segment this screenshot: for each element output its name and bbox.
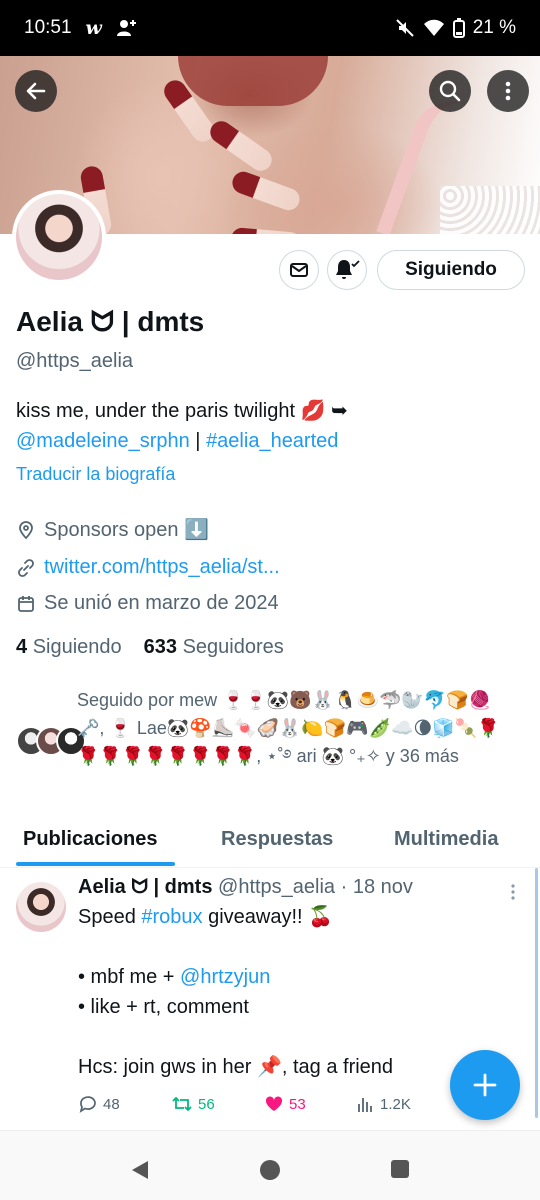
view-count: 1.2K <box>380 1095 411 1113</box>
following-count-link[interactable]: 4 Siguiendo <box>16 636 122 659</box>
location-pin-icon <box>19 520 33 539</box>
banner-nail <box>206 116 276 176</box>
followers-count: 633 <box>143 636 178 658</box>
link-icon <box>18 558 34 577</box>
followed-by-text[interactable]: Seguido por mew 🍷🍷🐼🐻🐰🐧🍮🦈🦭🐬🍞🧶🗝️, 🍷 Lae🐼🍄⛸… <box>77 686 517 770</box>
repost-button[interactable]: 56 <box>171 1094 264 1114</box>
reply-count: 48 <box>103 1095 120 1113</box>
following-button[interactable]: Siguiendo <box>377 250 525 290</box>
website-row: twitter.com/https_aelia/st... <box>16 556 280 579</box>
username-handle: @https_aelia <box>16 350 134 372</box>
wifi-icon <box>423 19 444 36</box>
notifications-button[interactable] <box>327 250 367 290</box>
scroll-indicator[interactable] <box>535 868 538 1118</box>
profile-bio: kiss me, under the paris twilight 💋 ➥ @m… <box>16 396 526 456</box>
post-mention-link[interactable]: @hrtzyjun <box>180 966 270 988</box>
status-bar: 10:51 w 21 % <box>0 0 540 56</box>
post-author-name[interactable]: Aelia ᗢ | dmts <box>78 876 212 898</box>
post-text: • mbf me + <box>78 966 181 988</box>
like-button[interactable]: 53 <box>264 1094 357 1114</box>
repost-count: 56 <box>198 1095 215 1113</box>
location-row: Sponsors open ⬇️ <box>16 517 209 542</box>
followers-label: Seguidores <box>182 636 284 658</box>
translate-bio-link[interactable]: Traducir la biografía <box>16 464 175 485</box>
bio-separator: | <box>189 430 207 452</box>
profile-avatar[interactable] <box>12 190 106 284</box>
reply-button[interactable]: 48 <box>78 1094 171 1114</box>
battery-level: 21 % <box>472 17 516 38</box>
more-vertical-icon <box>511 884 515 900</box>
post-text: Speed <box>78 906 142 928</box>
post-body[interactable]: Speed #robux giveaway!! 🍒 • mbf me + @hr… <box>78 902 518 1082</box>
nav-home-button[interactable] <box>259 1159 281 1186</box>
following-count: 4 <box>16 636 28 658</box>
repost-icon <box>172 1096 192 1112</box>
comment-icon <box>79 1096 96 1113</box>
profile-tabs: Publicaciones Respuestas Multimedia <box>0 818 540 868</box>
circle-home-icon <box>260 1160 280 1180</box>
system-navigation-bar <box>0 1130 540 1200</box>
banner-lips <box>178 56 328 106</box>
square-recents-icon <box>391 1160 409 1178</box>
post-text: • like + rt, comment <box>78 996 249 1018</box>
views-icon <box>358 1098 372 1112</box>
banner-lace <box>440 186 540 234</box>
location-text: Sponsors open ⬇️ <box>44 519 209 541</box>
joined-row: Se unió en marzo de 2024 <box>16 592 279 615</box>
active-tab-indicator <box>16 862 175 866</box>
nav-recents-button[interactable] <box>390 1159 410 1184</box>
mute-icon <box>395 19 414 37</box>
more-options-button[interactable] <box>487 70 529 112</box>
joined-text: Se unió en marzo de 2024 <box>44 592 279 614</box>
post-header: Aelia ᗢ | dmts @https_aelia · 18 nov <box>78 876 413 899</box>
triangle-back-icon <box>132 1161 148 1179</box>
tab-posts[interactable]: Publicaciones <box>23 828 158 851</box>
calendar-icon <box>18 595 34 612</box>
wattpad-icon: w <box>85 17 102 39</box>
tab-media[interactable]: Multimedia <box>394 828 498 851</box>
status-time: 10:51 <box>24 17 72 38</box>
post-text: giveaway!! 🍒 <box>202 906 334 928</box>
bio-hashtag-link[interactable]: #aelia_hearted <box>206 430 338 452</box>
followers-count-link[interactable]: 633 Seguidores <box>144 636 284 659</box>
banner-nail <box>230 226 302 234</box>
message-button[interactable] <box>279 250 319 290</box>
search-button[interactable] <box>429 70 471 112</box>
website-link[interactable]: twitter.com/https_aelia/st... <box>44 556 280 579</box>
bio-text: kiss me, under the paris twilight 💋 ➥ <box>16 400 348 422</box>
more-vertical-icon <box>505 81 511 101</box>
nav-back-button[interactable] <box>130 1159 150 1186</box>
add-user-icon <box>116 20 136 36</box>
bell-check-icon <box>336 260 360 279</box>
display-name: Aelia ᗢ | dmts <box>16 306 205 337</box>
following-label: Siguiendo <box>32 636 122 658</box>
like-count: 53 <box>289 1095 306 1113</box>
post-hashtag-link[interactable]: #robux <box>141 906 202 928</box>
post-meta: @https_aelia · 18 nov <box>218 876 413 898</box>
compose-post-button[interactable] <box>450 1050 520 1120</box>
banner-nail <box>229 168 303 214</box>
heart-icon <box>265 1096 283 1111</box>
envelope-icon <box>290 263 308 277</box>
plus-icon <box>473 1073 497 1097</box>
views-button[interactable]: 1.2K <box>357 1094 450 1114</box>
follow-counts: 4 Siguiendo 633 Seguidores <box>16 636 284 659</box>
followed-by-avatars[interactable] <box>16 726 86 756</box>
post-author-avatar[interactable] <box>16 882 66 932</box>
avatar-image <box>16 194 102 280</box>
tab-replies[interactable]: Respuestas <box>221 828 333 851</box>
arrow-left-icon <box>26 82 46 100</box>
search-icon <box>439 80 461 102</box>
back-button[interactable] <box>15 70 57 112</box>
battery-icon <box>452 18 465 38</box>
bio-mention-link[interactable]: @madeleine_srphn <box>16 430 190 452</box>
